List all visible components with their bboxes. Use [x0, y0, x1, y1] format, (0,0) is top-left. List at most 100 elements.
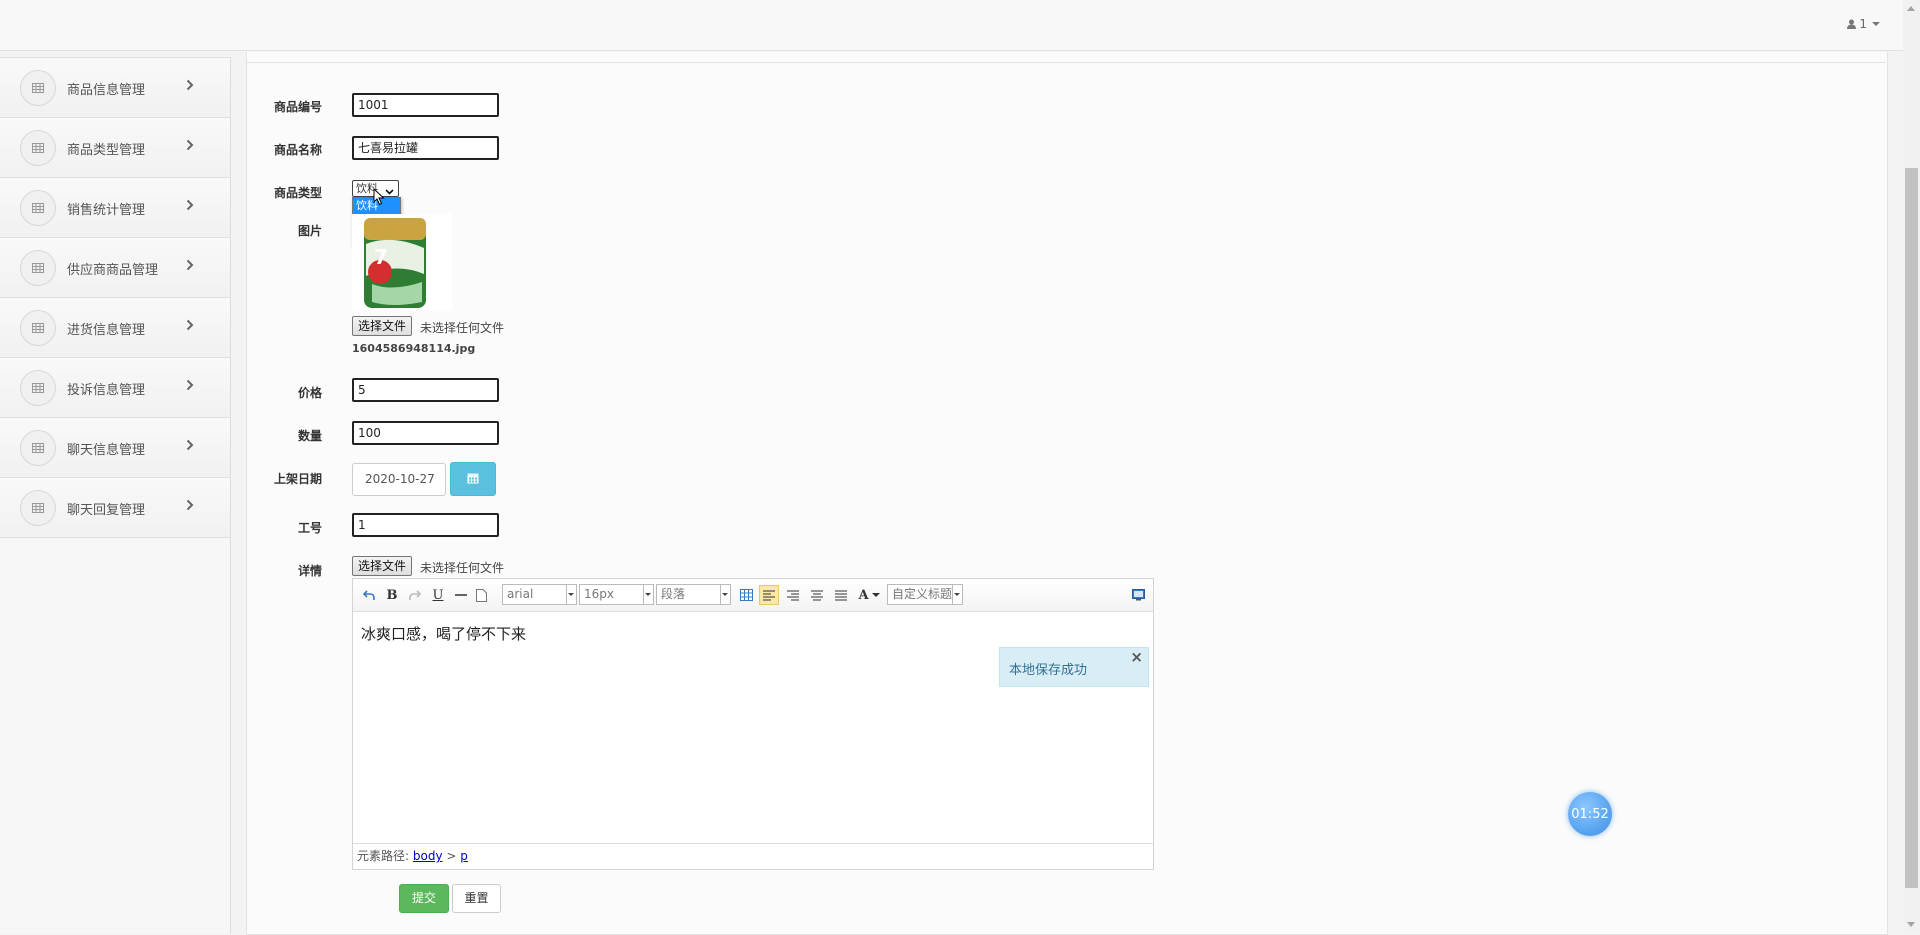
chevron-right-icon [186, 379, 194, 394]
sidebar-item-label: 商品类型管理 [67, 143, 146, 158]
page-scrollbar[interactable] [1903, 0, 1920, 934]
element-path-separator: > [446, 849, 457, 863]
editor-content-text: 冰爽口感，喝了停不下来 [361, 625, 527, 643]
sidebar: 商品信息管理 商品类型管理 销售统计管理 供应商商品管理 进货信息管理 投诉信息… [0, 57, 231, 934]
staff-no-input[interactable]: 1 [352, 513, 499, 537]
table-icon [20, 130, 56, 166]
table-icon [20, 190, 56, 226]
image-no-file-text: 未选择任何文件 [420, 321, 505, 335]
undo-icon[interactable] [359, 585, 379, 605]
paragraph-select[interactable]: 段落 [656, 584, 731, 605]
sidebar-item-chat-reply[interactable]: 聊天回复管理 [0, 478, 230, 538]
sidebar-item-complaint-info[interactable]: 投诉信息管理 [0, 358, 230, 418]
submit-button[interactable]: 提交 [399, 884, 449, 913]
sidebar-item-label: 销售统计管理 [67, 203, 146, 218]
sidebar-item-label: 聊天回复管理 [67, 503, 146, 518]
panel-divider [246, 62, 1886, 63]
horizontal-rule-icon[interactable] [451, 585, 471, 605]
sidebar-item-label: 供应商商品管理 [67, 263, 159, 278]
table-icon[interactable] [736, 585, 756, 605]
scroll-up-arrow-icon[interactable] [1907, 6, 1915, 11]
top-navbar: 1 [0, 0, 1920, 51]
sidebar-item-purchase-info[interactable]: 进货信息管理 [0, 298, 230, 358]
quantity-input[interactable]: 100 [352, 421, 499, 445]
element-path-label: 元素路径: [357, 849, 410, 863]
sidebar-item-chat-info[interactable]: 聊天信息管理 [0, 418, 230, 478]
caret-down-icon [643, 585, 652, 604]
table-icon [20, 490, 56, 526]
name-label: 商品名称 [274, 143, 323, 157]
align-left-icon[interactable] [759, 585, 779, 605]
page-icon[interactable] [471, 585, 491, 605]
reset-button[interactable]: 重置 [452, 884, 501, 913]
align-right-icon[interactable] [783, 585, 803, 605]
editor-content-area[interactable]: 冰爽口感，喝了停不下来 本地保存成功 × [353, 611, 1153, 843]
element-path-bar: 元素路径: body > p [353, 843, 1153, 869]
calendar-button[interactable] [450, 462, 496, 496]
custom-heading-select[interactable]: 自定义标题 [887, 584, 963, 605]
align-center-icon[interactable] [807, 585, 827, 605]
sidebar-item-label: 进货信息管理 [67, 323, 146, 338]
scroll-down-arrow-icon[interactable] [1907, 922, 1915, 927]
caret-down-icon [720, 585, 729, 604]
sidebar-item-supplier-goods[interactable]: 供应商商品管理 [0, 238, 230, 298]
element-path-body-link[interactable]: body [413, 849, 443, 863]
element-path-p-link[interactable]: p [460, 849, 468, 863]
svg-text:7: 7 [374, 245, 388, 269]
font-family-value: arial [507, 587, 534, 601]
caret-down-icon [566, 585, 575, 604]
paragraph-value: 段落 [661, 587, 686, 601]
code-input[interactable]: 1001 [352, 93, 499, 117]
detail-no-file-text: 未选择任何文件 [420, 561, 505, 575]
chevron-right-icon [186, 139, 194, 154]
redo-icon[interactable] [405, 585, 425, 605]
caret-down-icon [952, 585, 961, 604]
shelf-date-label: 上架日期 [274, 472, 323, 486]
chevron-right-icon [186, 319, 194, 334]
sidebar-item-sales-stats[interactable]: 销售统计管理 [0, 178, 230, 238]
shelf-date-input[interactable]: 2020-10-27 [352, 463, 446, 496]
type-label: 商品类型 [274, 186, 323, 200]
name-input[interactable]: 七喜易拉罐 [352, 136, 499, 160]
custom-heading-value: 自定义标题 [892, 587, 952, 601]
table-icon [20, 70, 56, 106]
font-family-select[interactable]: arial [502, 584, 577, 605]
user-name: 1 [1859, 17, 1867, 31]
font-size-select[interactable]: 16px [579, 584, 654, 605]
price-input[interactable]: 5 [352, 378, 499, 402]
floating-timer-badge[interactable]: 01:52 [1568, 792, 1612, 836]
table-icon [20, 430, 56, 466]
sidebar-item-label: 商品信息管理 [67, 83, 146, 98]
sidebar-item-goods-type[interactable]: 商品类型管理 [0, 118, 230, 178]
align-justify-icon[interactable] [831, 585, 851, 605]
editor-toolbar: B U arial 16px 段落 A 自定义标题 [353, 579, 1153, 612]
chevron-right-icon [186, 199, 194, 214]
bold-icon[interactable]: B [382, 585, 402, 605]
table-icon [20, 250, 56, 286]
detail-label: 详情 [298, 564, 323, 578]
scrollbar-thumb[interactable] [1905, 168, 1918, 888]
sidebar-item-label: 投诉信息管理 [67, 383, 146, 398]
close-icon[interactable]: × [1130, 648, 1143, 666]
user-icon [1847, 19, 1857, 29]
mouse-cursor-icon [373, 187, 385, 209]
chevron-right-icon [186, 79, 194, 94]
detail-choose-file-button[interactable]: 选择文件 [352, 556, 413, 576]
quantity-label: 数量 [298, 429, 323, 443]
product-image: 7 [352, 214, 452, 310]
underline-icon[interactable]: U [428, 585, 448, 605]
user-menu[interactable]: 1 [1847, 17, 1880, 31]
staff-no-label: 工号 [298, 521, 323, 535]
image-choose-file-button[interactable]: 选择文件 [352, 316, 413, 336]
rich-text-editor: B U arial 16px 段落 A 自定义标题 冰爽口感，喝了停不下来 本地… [352, 578, 1154, 870]
chevron-right-icon [186, 259, 194, 274]
image-filename: 1604586948114.jpg [352, 342, 476, 355]
preview-icon[interactable] [1128, 585, 1148, 605]
sidebar-item-label: 聊天信息管理 [67, 443, 146, 458]
sidebar-item-goods-info[interactable]: 商品信息管理 [0, 57, 230, 118]
save-success-toast: 本地保存成功 × [999, 647, 1149, 687]
table-icon [20, 310, 56, 346]
toast-message: 本地保存成功 [1009, 663, 1088, 678]
image-label: 图片 [298, 224, 323, 238]
font-color-icon[interactable]: A [856, 585, 882, 605]
